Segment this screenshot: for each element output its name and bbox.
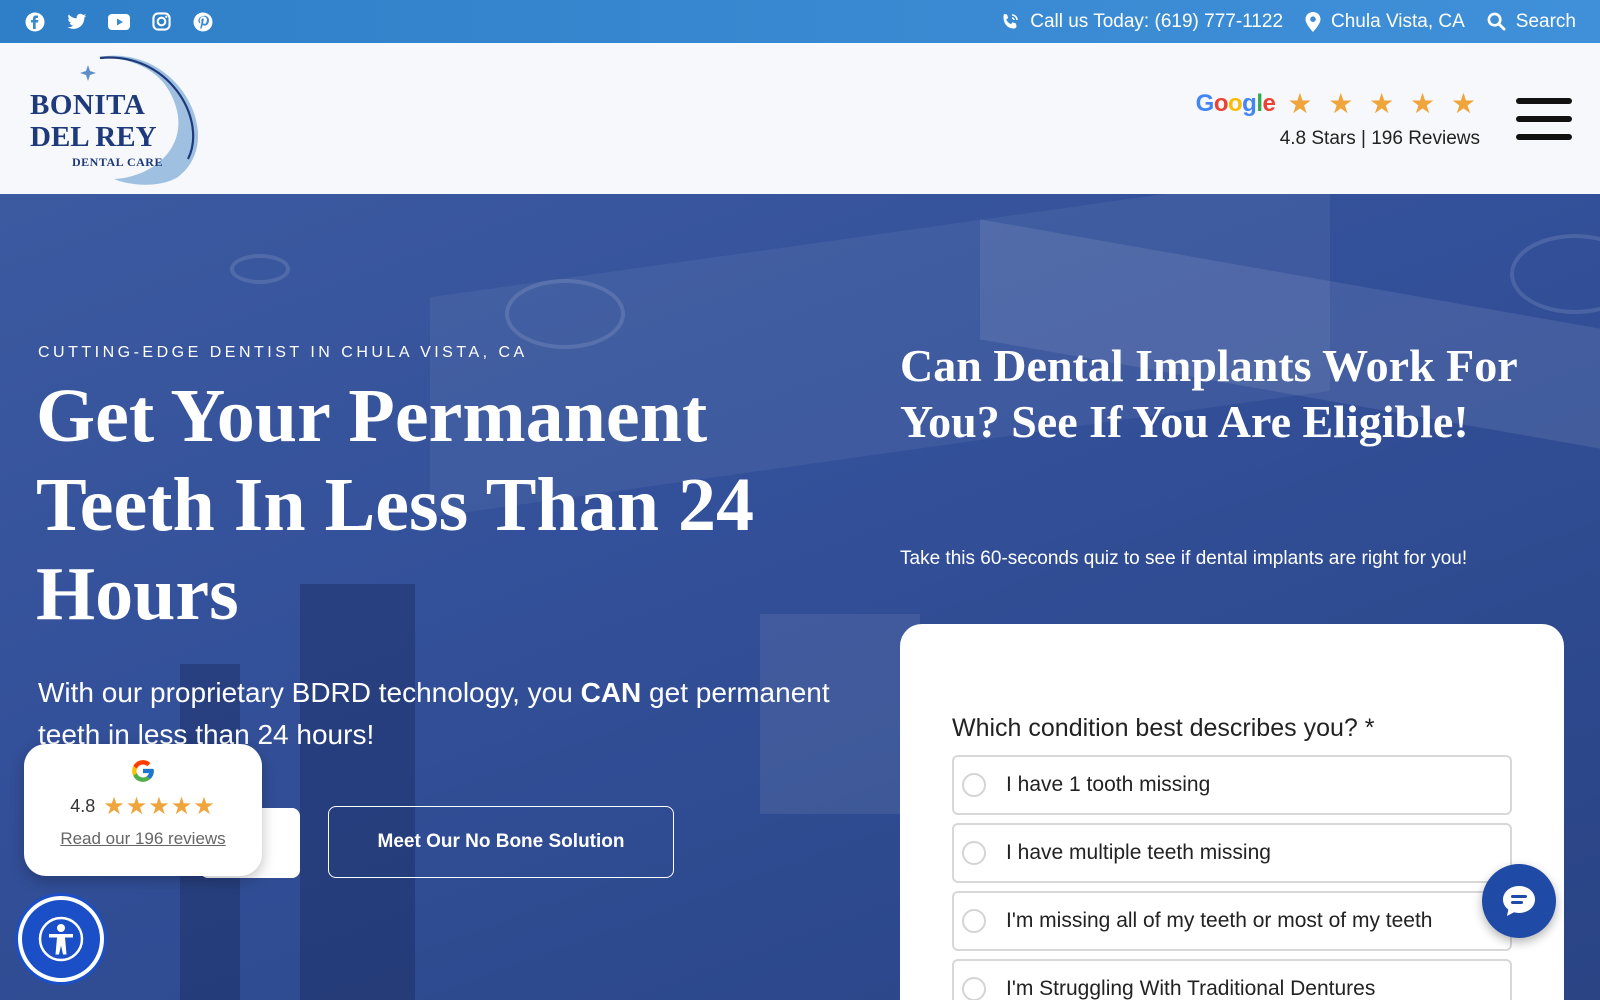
quiz-option-label: I have multiple teeth missing [1006, 841, 1271, 864]
map-pin-icon [1305, 11, 1321, 32]
quiz-option-label: I'm Struggling With Traditional Dentures [1006, 977, 1376, 1000]
quiz-question: Which condition best describes you? * [952, 714, 1375, 742]
quiz-subtitle: Take this 60-seconds quiz to see if dent… [900, 548, 1468, 569]
social-links [24, 11, 214, 33]
hero-overline: CUTTING-EDGE DENTIST IN CHULA VISTA, CA [38, 344, 528, 361]
phone-icon [1003, 13, 1018, 28]
ceiling-vent [1510, 234, 1600, 314]
quiz-option[interactable]: I'm missing all of my teeth or most of m… [952, 891, 1512, 951]
rating-summary: 4.8 Stars | 196 Reviews [1279, 128, 1480, 149]
logo-line-1: BONITA [30, 88, 146, 121]
top-contact: Call us Today: (619) 777-1122 Chula Vist… [1000, 11, 1576, 33]
accessibility-icon [38, 916, 84, 962]
google-g-icon [132, 760, 154, 782]
chat-bubble-icon [1503, 886, 1535, 916]
hero-subtext-part: With our proprietary BDRD technology, yo… [38, 677, 581, 708]
location-label: Chula Vista, CA [1331, 10, 1465, 32]
quiz-option-label: I have 1 tooth missing [1006, 773, 1211, 796]
hero-section: CUTTING-EDGE DENTIST IN CHULA VISTA, CA … [0, 194, 1600, 1000]
radio-icon[interactable] [962, 977, 986, 1000]
background-door [300, 584, 415, 1000]
quiz-option[interactable]: I have 1 tooth missing [952, 755, 1512, 815]
rating-stars: ★ ★ ★ ★ ★ [1287, 88, 1480, 119]
quiz-title: Can Dental Implants Work For You? See If… [900, 340, 1517, 447]
read-reviews-link[interactable]: Read our 196 reviews [60, 829, 225, 849]
hero-subtext-bold: CAN [580, 677, 642, 708]
widget-stars: ★★★★★ [103, 793, 216, 820]
instagram-icon[interactable] [150, 11, 172, 33]
google-review-widget[interactable]: 4.8 ★★★★★ Read our 196 reviews [24, 744, 262, 876]
accessibility-button[interactable] [18, 896, 104, 982]
menu-icon[interactable] [1516, 97, 1572, 140]
no-bone-solution-button[interactable]: Meet Our No Bone Solution [328, 806, 674, 878]
quiz-card: Which condition best describes you? * I … [900, 624, 1564, 1000]
widget-rating: 4.8 [70, 796, 96, 816]
search-label: Search [1515, 10, 1576, 32]
radio-icon[interactable] [962, 909, 986, 933]
radio-icon[interactable] [962, 841, 986, 865]
quiz-option[interactable]: I have multiple teeth missing [952, 823, 1512, 883]
ceiling-vent [230, 254, 290, 284]
logo-line-2: DEL REY [30, 120, 157, 153]
ceiling-vent [505, 279, 625, 349]
hero-headline: Get Your Permanent Teeth In Less Than 24… [36, 374, 755, 636]
site-header: BONITA DEL REY DENTAL CARE Google ★ ★ ★ … [0, 43, 1600, 194]
quiz-option[interactable]: I'm Struggling With Traditional Dentures [952, 959, 1512, 1000]
facebook-icon[interactable] [24, 11, 46, 33]
chat-button[interactable] [1482, 864, 1556, 938]
radio-icon[interactable] [962, 773, 986, 797]
google-rating[interactable]: Google ★ ★ ★ ★ ★ 4.8 Stars | 196 Reviews [1196, 87, 1480, 150]
location-link[interactable]: Chula Vista, CA [1305, 11, 1465, 33]
quiz-option-label: I'm missing all of my teeth or most of m… [1006, 909, 1433, 932]
google-wordmark: Google [1195, 89, 1276, 117]
twitter-icon[interactable] [66, 11, 88, 33]
youtube-icon[interactable] [108, 11, 130, 33]
top-bar: Call us Today: (619) 777-1122 Chula Vist… [0, 0, 1600, 43]
search-link[interactable]: Search [1487, 11, 1576, 33]
search-icon [1487, 12, 1506, 31]
phone-label: Call us Today: (619) 777-1122 [1030, 10, 1284, 32]
pinterest-icon[interactable] [192, 11, 214, 33]
call-link[interactable]: Call us Today: (619) 777-1122 [1000, 11, 1283, 33]
header-right: Google ★ ★ ★ ★ ★ 4.8 Stars | 196 Reviews [1196, 87, 1572, 150]
logo-line-3: DENTAL CARE [72, 154, 163, 169]
brand-logo[interactable]: BONITA DEL REY DENTAL CARE [28, 49, 208, 189]
